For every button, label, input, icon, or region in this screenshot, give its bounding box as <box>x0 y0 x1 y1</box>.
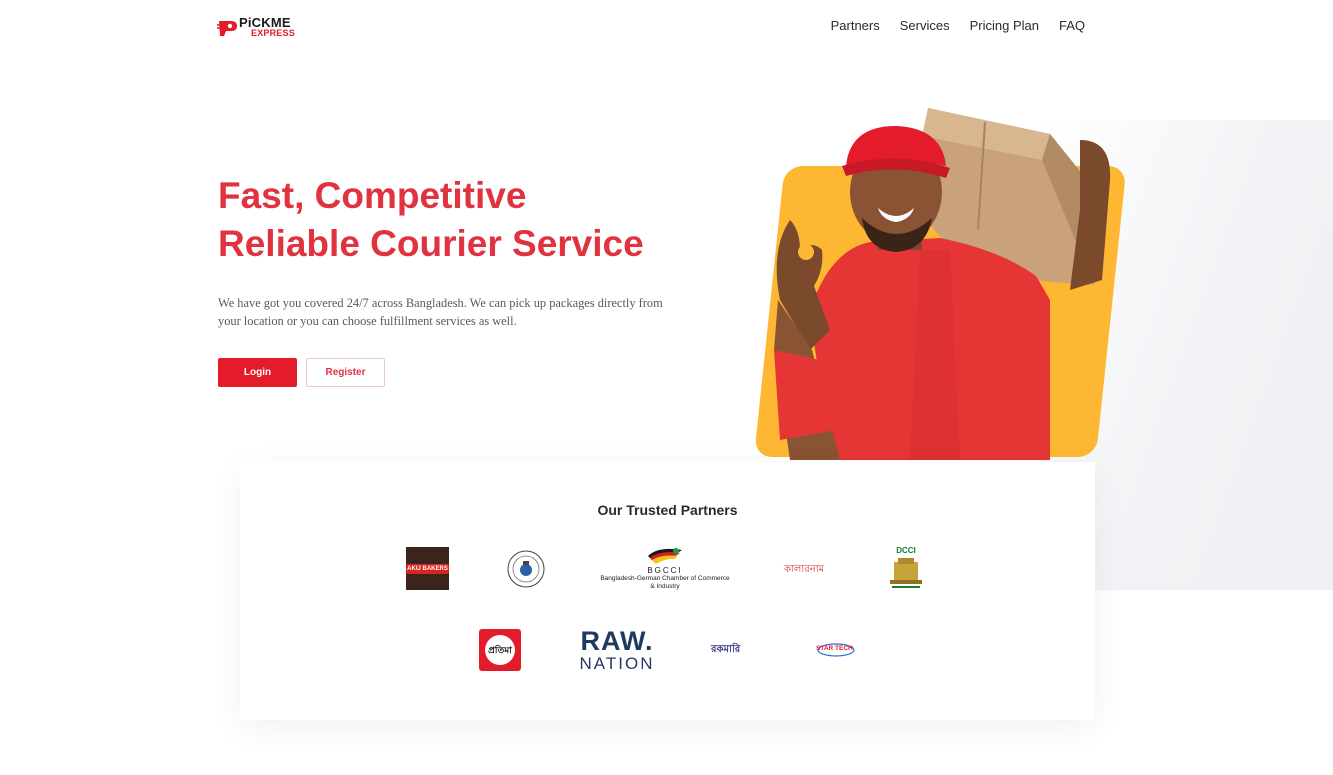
nav-link-pricing-plan[interactable]: Pricing Plan <box>970 18 1039 33</box>
site-header: PiCKME EXPRESS Partners Services Pricing… <box>0 0 1333 56</box>
nav-link-services[interactable]: Services <box>900 18 950 33</box>
nav-link-faq[interactable]: FAQ <box>1059 18 1085 33</box>
startech-logo[interactable]: STAR TECH <box>814 641 856 659</box>
delivery-man-image <box>774 108 1111 460</box>
rokomari-logo[interactable]: রকমারি <box>711 642 757 658</box>
dcci-logo[interactable]: DCCI <box>884 546 928 592</box>
hero-title-line-1: Fast, Competitive <box>218 175 527 216</box>
partners-section: Our Trusted Partners AKIJ BAKERS BGCCI B… <box>240 462 1095 720</box>
main-nav: Partners Services Pricing Plan FAQ <box>831 18 1085 33</box>
akij-bakers-logo-text: AKIJ BAKERS <box>406 563 449 574</box>
partners-title: Our Trusted Partners <box>597 502 738 518</box>
register-button[interactable]: Register <box>306 358 385 387</box>
hero-description: We have got you covered 24/7 across Bang… <box>218 296 663 328</box>
logo-mark-icon <box>217 21 237 36</box>
dcci-emblem-icon <box>890 558 922 588</box>
hero-title-line-2: Reliable Courier Service <box>218 223 644 264</box>
bgcci-logo[interactable]: BGCCI Bangladesh-German Chamber of Comme… <box>600 546 730 592</box>
startech-logo-text: STAR TECH <box>816 645 853 652</box>
logo-text-bottom: EXPRESS <box>251 28 295 38</box>
protima-logo-text: প্রতিমা <box>488 645 512 656</box>
raw-nation-logo-sub: NATION <box>579 654 655 673</box>
akij-bakers-logo[interactable]: AKIJ BAKERS <box>406 547 449 590</box>
kalarnam-logo[interactable]: কালারনাম <box>784 562 826 576</box>
bgcci-logo-full: Bangladesh-German Chamber of Commerce & … <box>600 575 730 590</box>
dcci-logo-text: DCCI <box>896 546 916 555</box>
bgcci-flag-icon <box>648 548 682 564</box>
login-button[interactable]: Login <box>218 358 297 387</box>
university-seal-logo[interactable] <box>506 548 546 590</box>
protima-logo[interactable]: প্রতিমা <box>479 629 521 671</box>
hero-title: Fast, Competitive Reliable Courier Servi… <box>218 172 738 268</box>
raw-nation-logo[interactable]: RAW. NATION <box>579 627 655 675</box>
raw-nation-logo-main: RAW. <box>580 626 654 656</box>
site-logo[interactable]: PiCKME EXPRESS <box>217 15 307 41</box>
bgcci-logo-abbr: BGCCI <box>647 566 683 575</box>
nav-link-partners[interactable]: Partners <box>831 18 880 33</box>
